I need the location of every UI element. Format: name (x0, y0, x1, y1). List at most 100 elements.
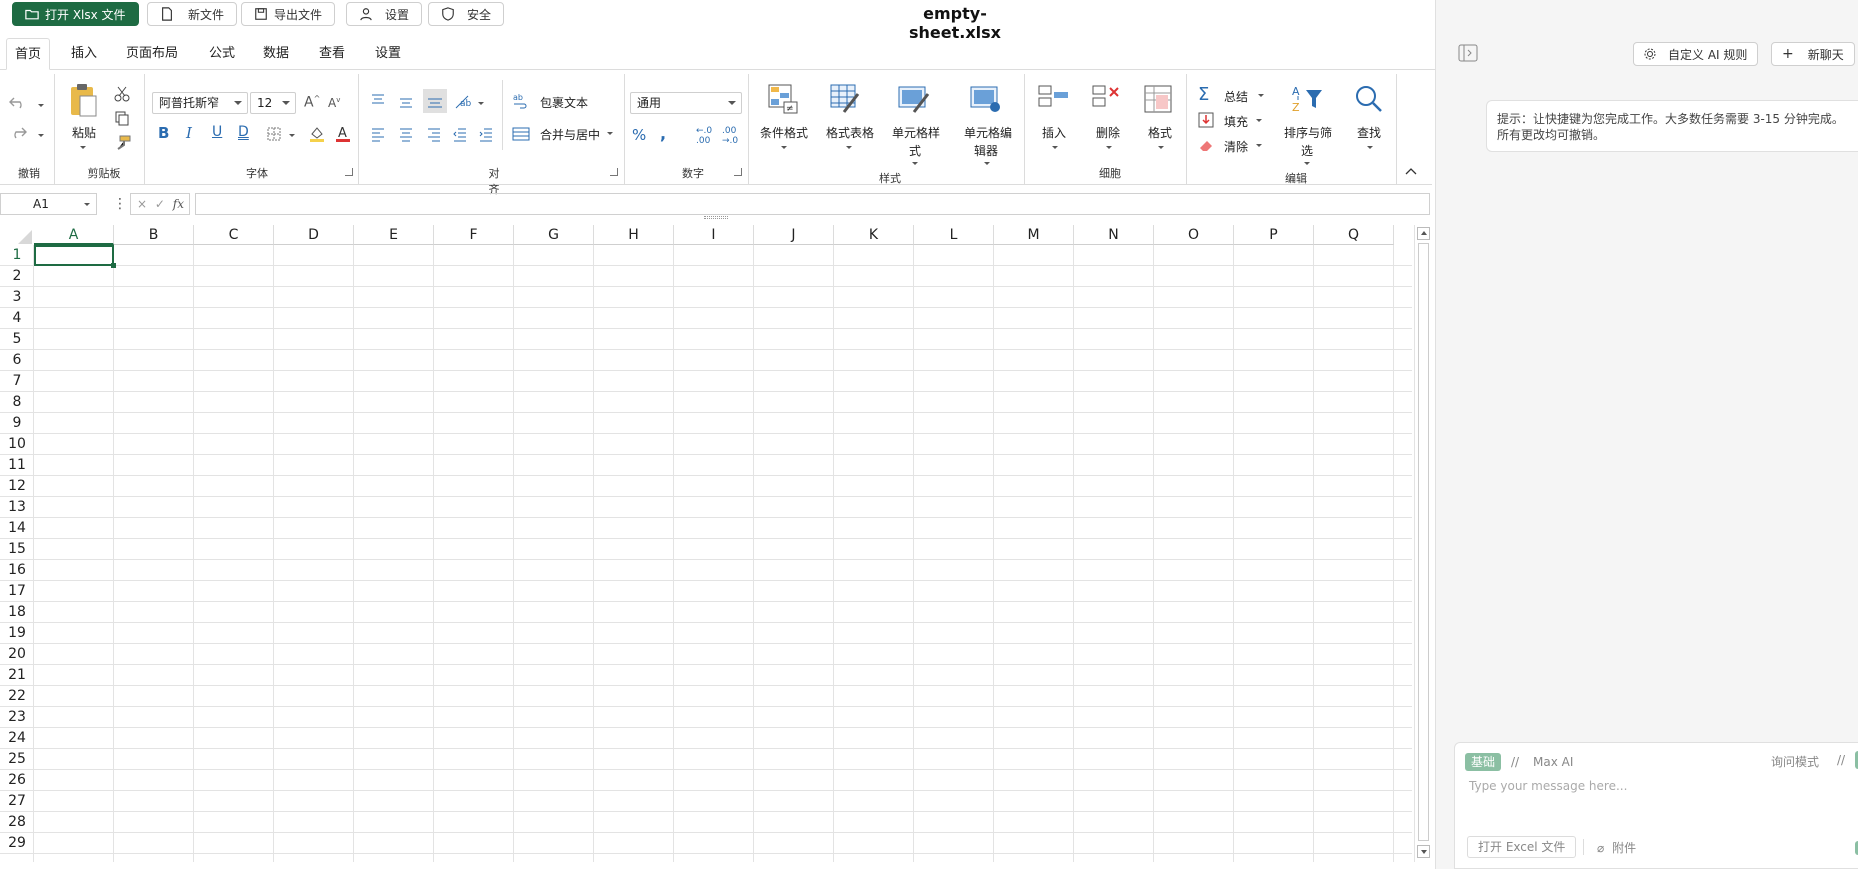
row-header[interactable]: 4 (0, 308, 34, 329)
column-header[interactable]: P (1234, 225, 1314, 245)
message-input[interactable]: Type your message here... (1469, 779, 1627, 793)
tab-home[interactable]: 首页 (6, 38, 50, 70)
border-icon[interactable] (266, 126, 282, 142)
fill-icon[interactable] (1198, 112, 1214, 128)
double-underline-icon[interactable]: D (238, 124, 249, 140)
sum-dropdown-icon[interactable] (1258, 94, 1264, 97)
row-header[interactable]: 6 (0, 350, 34, 371)
row-header[interactable]: 8 (0, 392, 34, 413)
custom-ai-rules-button[interactable]: 自定义 AI 规则 (1633, 42, 1759, 66)
wrap-text-label[interactable]: 包裹文本 (540, 94, 588, 111)
font-dialog-launcher-icon[interactable] (345, 168, 353, 176)
column-header[interactable]: A (34, 225, 114, 245)
cut-icon[interactable] (114, 86, 130, 102)
more-options-icon[interactable]: ⋮ (113, 196, 127, 212)
cell-style-dropdown-icon[interactable] (912, 162, 918, 165)
row-header[interactable]: 21 (0, 665, 34, 686)
column-header[interactable]: G (514, 225, 594, 245)
increase-decimal-icon[interactable]: ←.0.00 (696, 126, 712, 146)
autosum-icon[interactable]: Σ (1198, 84, 1209, 105)
scroll-thumb[interactable] (1418, 243, 1429, 841)
clear-dropdown-icon[interactable] (1256, 144, 1262, 147)
tab-insert[interactable]: 插入 (62, 38, 106, 70)
row-header[interactable]: 28 (0, 812, 34, 833)
open-xlsx-button[interactable]: 打开 Xlsx 文件 (12, 2, 139, 26)
align-dialog-launcher-icon[interactable] (610, 168, 618, 176)
mode-max-ai[interactable]: Max AI (1533, 755, 1573, 769)
format-painter-icon[interactable] (114, 134, 132, 150)
column-header[interactable]: E (354, 225, 434, 245)
open-excel-button[interactable]: 打开 Excel 文件 (1467, 836, 1577, 858)
decrease-decimal-icon[interactable]: .00 →.0 (722, 126, 738, 146)
row-header[interactable]: 27 (0, 791, 34, 812)
row-header[interactable]: 14 (0, 518, 34, 539)
row-header[interactable]: 18 (0, 602, 34, 623)
undo-icon[interactable] (8, 94, 28, 110)
fill-color-icon[interactable] (308, 124, 326, 142)
align-bottom-button[interactable] (423, 89, 447, 113)
comma-icon[interactable]: , (660, 124, 666, 143)
select-all-corner[interactable] (18, 230, 32, 244)
confirm-icon[interactable]: ✓ (155, 197, 165, 211)
vertical-scrollbar[interactable] (1414, 225, 1432, 862)
fx-icon[interactable]: fx (173, 197, 184, 211)
increase-font-icon[interactable]: A^ (304, 94, 320, 111)
row-header[interactable]: 15 (0, 539, 34, 560)
column-header[interactable]: H (594, 225, 674, 245)
orientation-dropdown-icon[interactable] (478, 102, 484, 105)
column-header[interactable]: N (1074, 225, 1154, 245)
attach-button[interactable]: ⌀ 附件 (1597, 839, 1636, 856)
settings-button[interactable]: 设置 (346, 2, 423, 26)
cell-editor-icon[interactable] (970, 84, 1002, 114)
text-orientation-icon[interactable]: ab (454, 94, 472, 110)
resize-handle[interactable] (704, 216, 728, 219)
copy-icon[interactable] (114, 110, 130, 126)
cell-editor-label[interactable]: 单元格编 (964, 124, 1012, 141)
merge-dropdown-icon[interactable] (607, 132, 613, 135)
format-dropdown-icon[interactable] (1158, 146, 1164, 149)
delete-cells-icon[interactable] (1092, 84, 1122, 112)
row-header[interactable]: 10 (0, 434, 34, 455)
delete-label[interactable]: 删除 (1096, 124, 1120, 141)
conditional-format-dropdown-icon[interactable] (781, 146, 787, 149)
column-header[interactable]: M (994, 225, 1074, 245)
tab-settings[interactable]: 设置 (366, 38, 410, 70)
find-label[interactable]: 查找 (1357, 124, 1381, 141)
tab-formulas[interactable]: 公式 (200, 38, 244, 70)
align-left-icon[interactable] (370, 126, 386, 142)
sort-filter-icon[interactable]: AZ (1290, 84, 1324, 114)
fill-dropdown-icon[interactable] (1256, 119, 1262, 122)
column-header[interactable]: O (1154, 225, 1234, 245)
ask-mode-label[interactable]: 询问模式 (1771, 753, 1819, 770)
find-dropdown-icon[interactable] (1367, 146, 1373, 149)
row-header[interactable]: 16 (0, 560, 34, 581)
active-cell[interactable] (34, 245, 114, 266)
row-header[interactable]: 1 (0, 245, 34, 266)
align-middle-icon[interactable] (398, 94, 414, 110)
delete-dropdown-icon[interactable] (1106, 146, 1112, 149)
insert-dropdown-icon[interactable] (1052, 146, 1058, 149)
row-header[interactable]: 13 (0, 497, 34, 518)
align-center-icon[interactable] (398, 126, 414, 142)
redo-icon[interactable] (8, 124, 28, 140)
row-header[interactable]: 23 (0, 707, 34, 728)
row-header[interactable]: 24 (0, 728, 34, 749)
redo-dropdown-icon[interactable] (38, 134, 44, 137)
tab-data[interactable]: 数据 (254, 38, 298, 70)
column-header[interactable]: K (834, 225, 914, 245)
paste-icon[interactable] (68, 82, 98, 118)
italic-icon[interactable]: I (186, 124, 192, 142)
column-header[interactable]: C (194, 225, 274, 245)
wrap-text-icon[interactable]: ab (512, 92, 528, 110)
format-table-dropdown-icon[interactable] (846, 146, 852, 149)
bold-icon[interactable]: B (158, 124, 169, 142)
row-header[interactable]: 19 (0, 623, 34, 644)
column-header[interactable]: I (674, 225, 754, 245)
scroll-down-button[interactable] (1417, 845, 1430, 858)
row-header[interactable]: 5 (0, 329, 34, 350)
underline-icon[interactable]: U (212, 124, 222, 140)
format-table-icon[interactable] (830, 84, 860, 114)
tab-view[interactable]: 查看 (310, 38, 354, 70)
row-header[interactable]: 9 (0, 413, 34, 434)
insert-cells-icon[interactable] (1038, 84, 1070, 112)
